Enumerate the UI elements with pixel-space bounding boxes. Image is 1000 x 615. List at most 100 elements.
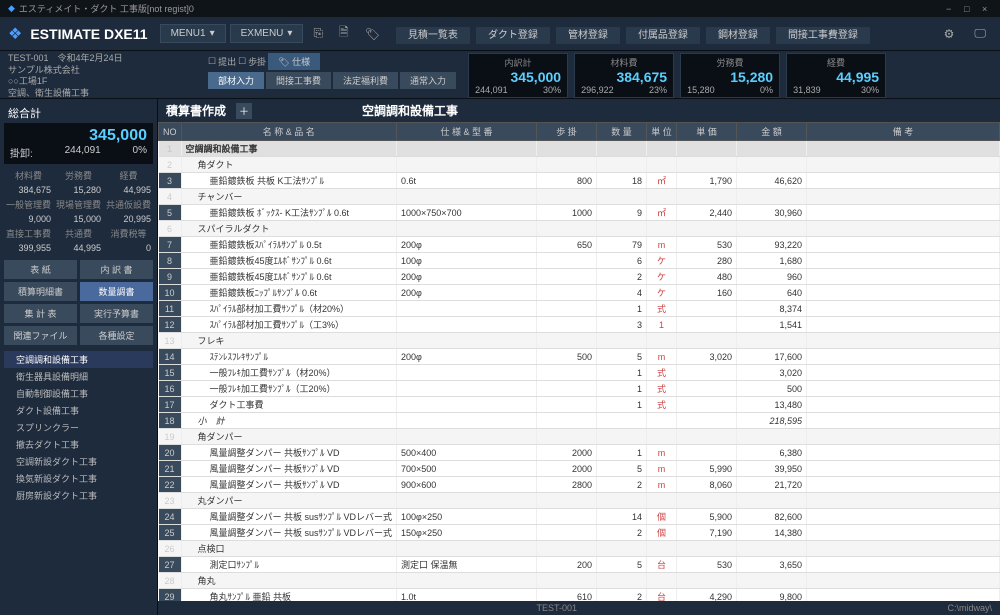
table-row[interactable]: 7亜鉛鍍鉄板ｽﾊﾟｲﾗﾙｻﾝﾌﾟﾙ 0.5t200φ65079m53093,22…	[159, 237, 1000, 253]
tree-item-6[interactable]: 空調新設ダクト工事	[4, 453, 153, 470]
sidebar-button-5[interactable]: 実行予算書	[80, 304, 153, 323]
table-row[interactable]: 26点検口	[159, 541, 1000, 557]
tree-item-4[interactable]: スプリンクラー	[4, 419, 153, 436]
tree-item-0[interactable]: 空調調和設備工事	[4, 351, 153, 368]
tree-item-5[interactable]: 撤去ダクト工事	[4, 436, 153, 453]
submit-checkbox[interactable]: ☐ 提出	[208, 55, 236, 68]
table-row[interactable]: 17ダクト工事費1式13,480	[159, 397, 1000, 413]
register-button-1[interactable]: ダクト登録	[476, 27, 550, 44]
column-header-0[interactable]: NO	[159, 123, 182, 141]
table-row[interactable]: 22風量調整ダンパー 共板ｻﾝﾌﾟﾙ VD900×60028002m8,0602…	[159, 477, 1000, 493]
app-title: ESTIMATE DXE11	[30, 26, 147, 42]
register-button-5[interactable]: 間接工事費登録	[776, 27, 870, 44]
table-row[interactable]: 21風量調整ダンパー 共板ｻﾝﾌﾟﾙ VD700×50020005m5,9903…	[159, 461, 1000, 477]
column-header-8[interactable]: 備 考	[807, 123, 1000, 141]
table-row[interactable]: 19角ダンパー	[159, 429, 1000, 445]
monitor-icon[interactable]: 🖵	[968, 24, 992, 43]
header: ❖ ESTIMATE DXE11 MENU1 ▾ EXMENU ▾ ⎘ 🗎 🏷 …	[0, 17, 1000, 51]
close-icon[interactable]: ×	[982, 4, 992, 14]
add-button[interactable]: ＋	[236, 103, 252, 119]
column-header-3[interactable]: 歩 掛	[537, 123, 597, 141]
sidebar-button-1[interactable]: 内 訳 書	[80, 260, 153, 279]
table-row[interactable]: 25風量調整ダンパー 共板 susｻﾝﾌﾟﾙ VDレバー式150φ×2502個7…	[159, 525, 1000, 541]
status-path: C:\midway\	[947, 603, 992, 613]
table-row[interactable]: 10亜鉛鍍鉄板ﾆｯﾌﾟﾙｻﾝﾌﾟﾙ 0.6t200φ4ケ160640	[159, 285, 1000, 301]
tree-item-2[interactable]: 自動制御設備工事	[4, 385, 153, 402]
project-info: TEST-001 令和4年2月24日 サンプル株式会社 ○○工場1F 空調、衛生…	[8, 53, 208, 100]
sidebar: 総合計 345,000 掛卸: 244,091 0% 材料費労務費経費384,6…	[0, 99, 158, 615]
input-tab-1[interactable]: 間接工事費	[266, 72, 331, 89]
register-button-2[interactable]: 管材登録	[556, 27, 620, 44]
table-row[interactable]: 13フレキ	[159, 333, 1000, 349]
sidebar-button-2[interactable]: 積算明細書	[4, 282, 77, 301]
table-row[interactable]: 28角丸	[159, 573, 1000, 589]
table-row[interactable]: 24風量調整ダンパー 共板 susｻﾝﾌﾟﾙ VDレバー式100φ×25014個…	[159, 509, 1000, 525]
table-row[interactable]: 23丸ダンパー	[159, 493, 1000, 509]
spec-tag-button[interactable]: 🏷 仕様	[268, 53, 320, 70]
input-tab-3[interactable]: 通常入力	[400, 72, 456, 89]
document-icon[interactable]: 🗎	[333, 21, 355, 46]
statusbar: TEST-001 C:\midway\	[158, 601, 1000, 615]
table-row[interactable]: 11ｽﾊﾟｲﾗﾙ部材加工費ｻﾝﾌﾟﾙ（材20%）1式8,374	[159, 301, 1000, 317]
copy-icon[interactable]: ⎘	[307, 24, 329, 43]
table-row[interactable]: 16一般ﾌﾚｷ加工費ｻﾝﾌﾟﾙ（工20%）1式500	[159, 381, 1000, 397]
column-header-2[interactable]: 仕 様 & 型 番	[397, 123, 537, 141]
table-row[interactable]: 9亜鉛鍍鉄板45度ｴﾙﾎﾞｻﾝﾌﾟﾙ 0.6t200φ2ケ480960	[159, 269, 1000, 285]
sidebar-button-0[interactable]: 表 紙	[4, 260, 77, 279]
status-code: TEST-001	[536, 603, 577, 613]
tag-icon[interactable]: 🏷	[359, 25, 386, 43]
register-button-4[interactable]: 鋼材登録	[706, 27, 770, 44]
menu1-dropdown[interactable]: MENU1 ▾	[160, 24, 226, 43]
total-label: 総合計	[4, 103, 153, 123]
table-row[interactable]: 4チャンバー	[159, 189, 1000, 205]
column-header-7[interactable]: 金 額	[737, 123, 807, 141]
register-button-0[interactable]: 見積一覧表	[396, 27, 470, 44]
summary-boxes: 内訳計345,000244,09130%材料費384,675296,92223%…	[468, 53, 886, 98]
maximize-icon[interactable]: □	[964, 4, 974, 14]
table-row[interactable]: 29角丸ｻﾝﾌﾟﾙ 亜鉛 共板1.0t6102台4,2909,800	[159, 589, 1000, 602]
content-area: 積算書作成 ＋ 空調調和設備工事 NO名 称 & 品 名仕 様 & 型 番歩 掛…	[158, 99, 1000, 615]
table-row[interactable]: 1空調調和設備工事	[159, 141, 1000, 157]
column-header-1[interactable]: 名 称 & 品 名	[181, 123, 397, 141]
mid-controls: ☐ 提出 ☐ 歩掛 🏷 仕様 部材入力間接工事費法定福利費通常入力	[208, 53, 456, 89]
table-row[interactable]: 6スパイラルダクト	[159, 221, 1000, 237]
cost-grid: 材料費労務費経費384,67515,28044,995一般管理費現場管理費共通仮…	[4, 168, 153, 254]
settings-icon[interactable]: ⚙	[938, 24, 961, 43]
input-tab-2[interactable]: 法定福利費	[333, 72, 398, 89]
table-row[interactable]: 5亜鉛鍍鉄板 ﾎﾞｯｸｽ- K工法ｻﾝﾌﾟﾙ 0.6t1000×750×7001…	[159, 205, 1000, 221]
summary-box-2: 労務費15,28015,2800%	[680, 53, 780, 98]
tree-item-8[interactable]: 厨房新設ダクト工事	[4, 487, 153, 504]
tree-item-1[interactable]: 衛生器具設備明細	[4, 368, 153, 385]
table-row[interactable]: 27測定口ｻﾝﾌﾟﾙ測定口 保温無2005台5303,650	[159, 557, 1000, 573]
table-row[interactable]: 14ｽﾃﾝﾚｽﾌﾚｷｻﾝﾌﾟﾙ200φ5005m3,02017,600	[159, 349, 1000, 365]
window-controls: − □ ×	[946, 4, 992, 14]
step-checkbox[interactable]: ☐ 歩掛	[238, 55, 266, 68]
table-row[interactable]: 3亜鉛鍍鉄板 共板 K工法ｻﾝﾌﾟﾙ0.6t80018㎡1,79046,620	[159, 173, 1000, 189]
sidebar-button-3[interactable]: 数量調書	[80, 282, 153, 301]
titlebar-text: エスティメイト・ダクト 工事版[not regist]0	[19, 2, 194, 15]
section-title: 空調調和設備工事	[362, 102, 458, 119]
titlebar: ◆ エスティメイト・ダクト 工事版[not regist]0 − □ ×	[0, 0, 1000, 17]
total-value: 345,000	[10, 127, 147, 145]
table-wrapper[interactable]: NO名 称 & 品 名仕 様 & 型 番歩 掛数 量単 位単 価金 額備 考 1…	[158, 122, 1000, 601]
column-header-4[interactable]: 数 量	[597, 123, 647, 141]
tree-item-7[interactable]: 換気新設ダクト工事	[4, 470, 153, 487]
table-row[interactable]: 2角ダクト	[159, 157, 1000, 173]
table-row[interactable]: 20風量調整ダンパー 共板ｻﾝﾌﾟﾙ VD500×40020001m6,380	[159, 445, 1000, 461]
table-row[interactable]: 12ｽﾊﾟｲﾗﾙ部材加工費ｻﾝﾌﾟﾙ（工3%）311,541	[159, 317, 1000, 333]
sidebar-button-6[interactable]: 関連ファイル	[4, 326, 77, 345]
table-row[interactable]: 18小 計218,595	[159, 413, 1000, 429]
table-row[interactable]: 8亜鉛鍍鉄板45度ｴﾙﾎﾞｻﾝﾌﾟﾙ 0.6t100φ6ケ2801,680	[159, 253, 1000, 269]
column-header-6[interactable]: 単 価	[677, 123, 737, 141]
input-tab-0[interactable]: 部材入力	[208, 72, 264, 89]
sidebar-button-4[interactable]: 集 計 表	[4, 304, 77, 323]
register-button-3[interactable]: 付属品登録	[626, 27, 700, 44]
sidebar-button-7[interactable]: 各種設定	[80, 326, 153, 345]
column-header-5[interactable]: 単 位	[647, 123, 677, 141]
chevron-down-icon: ▾	[287, 28, 292, 39]
estimate-table: NO名 称 & 品 名仕 様 & 型 番歩 掛数 量単 位単 価金 額備 考 1…	[158, 122, 1000, 601]
exmenu-dropdown[interactable]: EXMENU ▾	[230, 24, 304, 43]
tree-item-3[interactable]: ダクト設備工事	[4, 402, 153, 419]
minimize-icon[interactable]: −	[946, 4, 956, 14]
table-row[interactable]: 15一般ﾌﾚｷ加工費ｻﾝﾌﾟﾙ（材20%）1式3,020	[159, 365, 1000, 381]
